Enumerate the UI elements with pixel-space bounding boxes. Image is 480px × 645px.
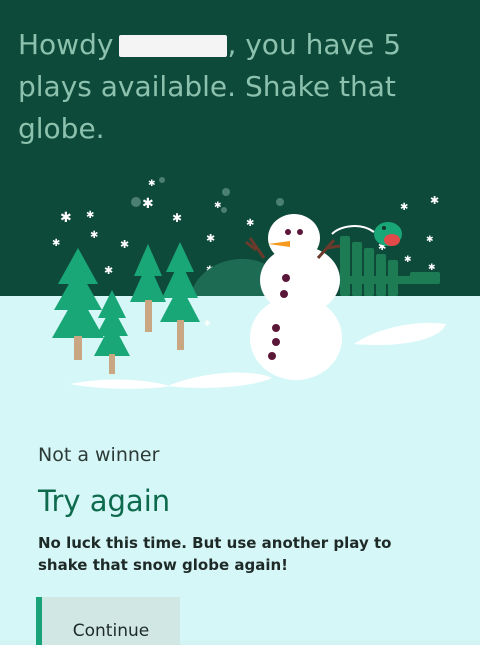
svg-text:✱: ✱ [426, 235, 434, 245]
result-title: Try again [38, 484, 171, 518]
greeting-headline: Howdy, you have 5 plays available. Shake… [18, 24, 458, 150]
svg-text:✱: ✱ [90, 230, 98, 241]
snowman-icon [245, 214, 342, 380]
snow-globe-scene: ✱ ✱ ✱ ✱ ✱ ✱ ✱ ✱ ✱ ✱ ✱ ✱ ✱ ✱ ✱ ✱ ✱ ✱ ✱ ✱ … [52, 177, 446, 389]
svg-text:✱: ✱ [86, 210, 94, 221]
svg-text:✱: ✱ [60, 210, 72, 226]
svg-text:✱: ✱ [52, 238, 60, 249]
greeting-prefix: Howdy [18, 28, 114, 61]
svg-text:✱: ✱ [104, 264, 113, 277]
svg-text:✱: ✱ [206, 232, 215, 245]
svg-text:✱: ✱ [404, 255, 412, 265]
svg-text:✱: ✱ [246, 218, 254, 229]
svg-text:✱: ✱ [430, 194, 439, 207]
svg-text:✱: ✱ [148, 179, 156, 189]
redacted-username [119, 35, 228, 57]
svg-text:✱: ✱ [204, 319, 211, 328]
svg-text:✱: ✱ [142, 196, 154, 212]
result-status: Not a winner [38, 444, 160, 466]
svg-text:✱: ✱ [172, 211, 182, 225]
result-message: No luck this time. But use another play … [38, 534, 392, 574]
svg-text:✱: ✱ [428, 263, 436, 273]
continue-button[interactable]: Continue [36, 597, 180, 645]
svg-text:✱: ✱ [400, 202, 408, 213]
pine-tree-icon [52, 242, 200, 374]
svg-text:✱: ✱ [214, 201, 222, 211]
svg-text:✱: ✱ [120, 238, 129, 251]
